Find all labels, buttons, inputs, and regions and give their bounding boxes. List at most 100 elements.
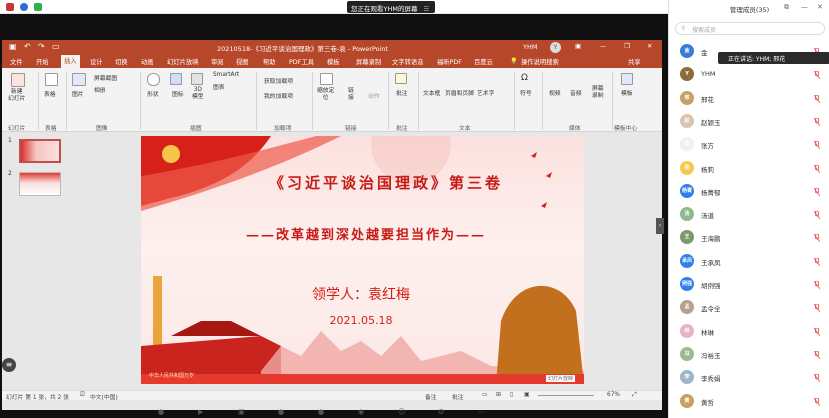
- comment-icon[interactable]: [395, 73, 407, 84]
- zoom-slider[interactable]: [538, 395, 594, 396]
- tab-transitions[interactable]: 切换: [115, 57, 128, 66]
- tab-animations[interactable]: 动画: [141, 57, 154, 66]
- tab-baidu-cloud[interactable]: 百度云: [474, 57, 493, 66]
- tab-screen-record[interactable]: 屏幕录制: [356, 57, 381, 66]
- mic-muted-icon[interactable]: [813, 140, 821, 150]
- textbox-button[interactable]: 文本框: [423, 88, 440, 97]
- member-row[interactable]: 汤汤道: [669, 205, 829, 225]
- new-slide-button[interactable]: 新建 幻灯片: [8, 89, 25, 103]
- member-row[interactable]: 黄黄哲: [669, 392, 829, 412]
- mic-muted-icon[interactable]: [813, 94, 821, 103]
- apps-icon[interactable]: ☺: [398, 408, 405, 416]
- screen-record-button[interactable]: 屏幕 录制: [592, 86, 604, 100]
- symbol-icon[interactable]: Ω: [521, 73, 528, 83]
- mic-muted-icon[interactable]: [813, 373, 821, 383]
- table-button[interactable]: 表格: [44, 89, 56, 98]
- mic-muted-icon[interactable]: [813, 303, 821, 313]
- my-addins-button[interactable]: 我的加载项: [264, 91, 293, 100]
- accessibility-icon[interactable]: ⎚: [80, 392, 85, 399]
- popout-icon[interactable]: ⧉: [784, 3, 789, 12]
- mic-icon[interactable]: ●: [158, 408, 164, 416]
- menu-icon[interactable]: ☰: [423, 5, 429, 13]
- 3d-model-button[interactable]: 3D 模型: [192, 87, 204, 101]
- tab-tts[interactable]: 文字转语音: [392, 57, 423, 66]
- member-row[interactable]: 李李秀娟: [669, 368, 829, 388]
- mic-muted-icon[interactable]: [813, 280, 821, 290]
- link-button[interactable]: 链 接: [348, 88, 354, 102]
- comment-button[interactable]: 批注: [396, 88, 408, 97]
- template-icon[interactable]: [621, 73, 633, 85]
- get-addins-button[interactable]: 获取加载项: [264, 76, 293, 85]
- member-row[interactable]: 邢邢花: [669, 89, 829, 109]
- search-input[interactable]: 搜索成员: [675, 22, 825, 35]
- minimize-icon[interactable]: —: [801, 3, 808, 11]
- mic-muted-icon[interactable]: [813, 70, 821, 80]
- close-icon[interactable]: ✕: [817, 3, 823, 11]
- member-row[interactable]: 王王海鹏: [669, 228, 829, 248]
- header-footer-button[interactable]: 页眉和页脚: [445, 88, 474, 97]
- mic-muted-icon[interactable]: [813, 117, 821, 127]
- user-avatar[interactable]: Y: [550, 42, 561, 53]
- zoom-level[interactable]: 67%: [607, 392, 620, 398]
- member-row[interactable]: 例强 胡例强: [669, 275, 829, 295]
- video-button[interactable]: 视频: [549, 88, 561, 97]
- chart-button[interactable]: 图表: [213, 82, 225, 91]
- new-slide-icon[interactable]: [11, 73, 25, 87]
- share-button[interactable]: 共享: [628, 57, 641, 66]
- shape-icon[interactable]: [147, 73, 160, 86]
- fit-window-icon[interactable]: ⤢: [632, 392, 637, 399]
- chat-icon[interactable]: ●: [318, 408, 324, 416]
- member-row[interactable]: Y YHM: [669, 65, 829, 85]
- record-icon[interactable]: ◉: [358, 408, 364, 416]
- mic-muted-icon[interactable]: [813, 350, 821, 360]
- member-row[interactable]: 承凤 王承凤: [669, 252, 829, 272]
- tab-template[interactable]: 模板: [327, 57, 340, 66]
- undo-icon[interactable]: ↶: [24, 42, 31, 51]
- member-row[interactable]: 赵赵颖玉: [669, 112, 829, 132]
- settings-icon[interactable]: ⚙: [438, 408, 444, 416]
- camera-icon[interactable]: ▶: [198, 408, 203, 416]
- mic-muted-icon[interactable]: [813, 187, 821, 197]
- minimize-icon[interactable]: —: [600, 42, 607, 50]
- start-slideshow-icon[interactable]: ▭: [52, 42, 60, 51]
- tell-me-search[interactable]: 操作说明搜索: [521, 57, 559, 66]
- action-button[interactable]: 动作: [368, 91, 380, 100]
- close-icon[interactable]: ✕: [647, 42, 652, 50]
- mic-muted-icon[interactable]: [813, 233, 821, 243]
- language[interactable]: 中文(中国): [90, 392, 118, 401]
- tab-help[interactable]: 帮助: [263, 57, 276, 66]
- mic-muted-icon[interactable]: [813, 327, 821, 336]
- collapse-handle[interactable]: ‹: [656, 218, 664, 234]
- comments-button[interactable]: 批注: [452, 392, 464, 401]
- ribbon-display-icon[interactable]: ▣: [575, 42, 581, 50]
- member-row[interactable]: 孟孟令全: [669, 298, 829, 318]
- mic-muted-icon[interactable]: [813, 397, 821, 406]
- member-row[interactable]: 张张方: [669, 135, 829, 155]
- tab-design[interactable]: 设计: [90, 57, 103, 66]
- tab-pdf-tools[interactable]: PDF工具: [289, 57, 314, 66]
- tab-slideshow[interactable]: 幻灯片放映: [167, 57, 198, 66]
- reading-view-icon[interactable]: ▯: [510, 392, 513, 398]
- tab-file[interactable]: 文件: [10, 57, 23, 66]
- mic-muted-icon[interactable]: [813, 210, 821, 220]
- shape-button[interactable]: 形状: [147, 89, 159, 98]
- table-icon[interactable]: [45, 73, 58, 86]
- slideshow-view-icon[interactable]: ▣: [524, 392, 529, 398]
- zoom-button[interactable]: 缩放定 位: [317, 88, 334, 102]
- image-icon[interactable]: [72, 73, 86, 86]
- tab-foxit-pdf[interactable]: 福昕PDF: [437, 57, 462, 66]
- redo-icon[interactable]: ↷: [38, 42, 45, 51]
- maximize-icon[interactable]: ❐: [624, 42, 630, 50]
- tab-insert[interactable]: 插入: [61, 55, 80, 68]
- member-row[interactable]: 林林琳: [669, 322, 829, 342]
- wordart-button[interactable]: 艺术字: [477, 88, 494, 97]
- album-button[interactable]: 相册: [94, 85, 106, 94]
- mic-muted-icon[interactable]: [813, 257, 821, 266]
- screenshot-button[interactable]: 屏幕截图: [94, 73, 117, 82]
- 3d-model-icon[interactable]: [191, 73, 203, 85]
- icons-icon[interactable]: [170, 73, 182, 85]
- symbol-button[interactable]: 符号: [520, 88, 532, 97]
- icons-button[interactable]: 图标: [172, 89, 184, 98]
- member-row[interactable]: 杨杨莉: [669, 159, 829, 179]
- menu-icon[interactable]: ≡: [2, 358, 16, 372]
